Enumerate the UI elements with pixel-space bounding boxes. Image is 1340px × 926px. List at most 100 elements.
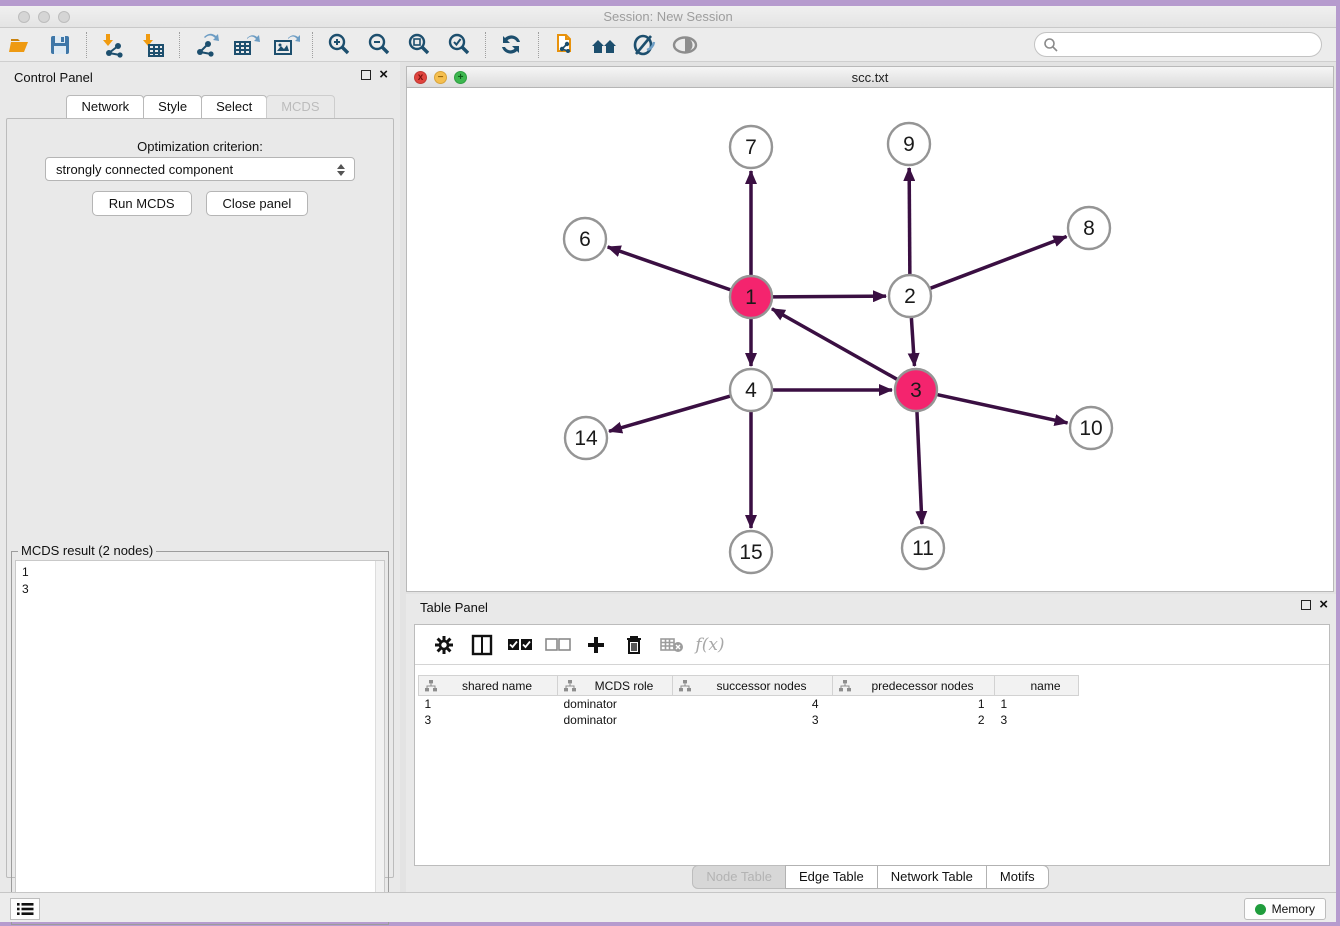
delete-table-icon[interactable] bbox=[658, 631, 686, 659]
graph-node-label-14: 14 bbox=[574, 427, 598, 450]
table-tabs: Node TableEdge TableNetwork TableMotifs bbox=[406, 864, 1336, 890]
import-table-icon[interactable] bbox=[138, 31, 168, 59]
memory-button[interactable]: Memory bbox=[1244, 898, 1326, 920]
open-cybrowser-icon[interactable] bbox=[590, 31, 620, 59]
close-panel-button[interactable]: Close panel bbox=[206, 191, 309, 216]
edge-3-11[interactable] bbox=[917, 412, 922, 524]
table-row[interactable]: 1dominator411 bbox=[419, 696, 1079, 712]
run-mcds-button[interactable]: Run MCDS bbox=[92, 191, 192, 216]
table-cell[interactable]: 4 bbox=[673, 696, 833, 712]
optimization-criterion-select[interactable]: strongly connected component bbox=[45, 157, 355, 181]
table-cell[interactable]: dominator bbox=[558, 696, 673, 712]
column-type-icon bbox=[564, 680, 576, 695]
select-all-checks-icon[interactable] bbox=[506, 631, 534, 659]
column-type-icon bbox=[425, 680, 437, 695]
edge-3-10[interactable] bbox=[937, 395, 1067, 423]
table-cell[interactable]: 1 bbox=[419, 696, 558, 712]
toolbar-separator bbox=[485, 32, 486, 58]
zoom-fit-content-icon[interactable] bbox=[404, 31, 434, 59]
edge-2-3[interactable] bbox=[911, 318, 914, 366]
close-panel-icon[interactable]: × bbox=[379, 70, 388, 80]
import-network-icon[interactable] bbox=[98, 31, 128, 59]
table-tab-motifs[interactable]: Motifs bbox=[986, 865, 1049, 889]
table-panel-title: Table Panel bbox=[420, 600, 488, 615]
edge-1-2[interactable] bbox=[773, 296, 886, 297]
memory-status-icon bbox=[1255, 904, 1266, 915]
dropdown-selected-value: strongly connected component bbox=[56, 162, 233, 177]
memory-label: Memory bbox=[1272, 902, 1315, 916]
column-header-MCDS-role[interactable]: MCDS role bbox=[558, 676, 673, 696]
control-tab-style[interactable]: Style bbox=[143, 95, 202, 118]
edge-1-6[interactable] bbox=[608, 247, 731, 290]
control-tab-mcds[interactable]: MCDS bbox=[266, 95, 334, 118]
control-tab-network[interactable]: Network bbox=[66, 95, 144, 118]
graph-node-label-3: 3 bbox=[910, 379, 922, 402]
result-scrollbar[interactable] bbox=[375, 561, 384, 920]
control-tab-select[interactable]: Select bbox=[201, 95, 267, 118]
graph-node-label-6: 6 bbox=[579, 228, 591, 251]
edge-3-1[interactable] bbox=[772, 309, 897, 379]
node-table[interactable]: shared nameMCDS rolesuccessor nodesprede… bbox=[418, 675, 1079, 728]
optimization-criterion-label: Optimization criterion: bbox=[7, 139, 393, 154]
graph-node-label-10: 10 bbox=[1079, 417, 1102, 440]
column-header-name[interactable]: name bbox=[995, 676, 1079, 696]
graph-node-label-15: 15 bbox=[739, 541, 762, 564]
add-row-icon[interactable] bbox=[582, 631, 610, 659]
control-panel: Control Panel × NetworkStyleSelectMCDS O… bbox=[0, 62, 400, 892]
network-view-frame: x − + scc.txt 7968124314101511 bbox=[406, 66, 1334, 592]
zoom-in-icon[interactable] bbox=[324, 31, 354, 59]
export-image-icon[interactable] bbox=[271, 31, 301, 59]
table-cell[interactable]: 2 bbox=[833, 712, 995, 728]
export-network-icon[interactable] bbox=[191, 31, 221, 59]
table-row[interactable]: 3dominator323 bbox=[419, 712, 1079, 728]
column-header-successor-nodes[interactable]: successor nodes bbox=[673, 676, 833, 696]
apply-preferred-layout-icon[interactable] bbox=[497, 31, 527, 59]
table-cell[interactable]: 3 bbox=[995, 712, 1079, 728]
table-cell[interactable]: 3 bbox=[419, 712, 558, 728]
column-header-shared-name[interactable]: shared name bbox=[419, 676, 558, 696]
float-panel-icon[interactable] bbox=[1301, 600, 1311, 610]
open-session-icon[interactable] bbox=[5, 31, 35, 59]
graph-node-label-2: 2 bbox=[904, 285, 916, 308]
split-panel-icon[interactable] bbox=[468, 631, 496, 659]
clear-all-checks-icon[interactable] bbox=[544, 631, 572, 659]
workspace: Control Panel × NetworkStyleSelectMCDS O… bbox=[0, 62, 1336, 892]
column-type-icon bbox=[839, 680, 851, 695]
close-panel-icon[interactable]: × bbox=[1319, 600, 1328, 610]
column-header-predecessor-nodes[interactable]: predecessor nodes bbox=[833, 676, 995, 696]
save-session-icon[interactable] bbox=[45, 31, 75, 59]
table-cell[interactable]: 1 bbox=[833, 696, 995, 712]
graph-node-label-7: 7 bbox=[745, 136, 757, 159]
main-toolbar bbox=[0, 28, 1336, 62]
table-cell[interactable]: 3 bbox=[673, 712, 833, 728]
network-frame-titlebar[interactable]: x − + scc.txt bbox=[407, 67, 1333, 88]
table-cell[interactable]: dominator bbox=[558, 712, 673, 728]
edge-4-14[interactable] bbox=[609, 396, 730, 431]
apply-style-icon[interactable] bbox=[630, 31, 660, 59]
function-builder-icon[interactable]: f(x) bbox=[696, 631, 724, 659]
search-input[interactable] bbox=[1034, 32, 1322, 57]
export-table-icon[interactable] bbox=[231, 31, 261, 59]
table-tab-network-table[interactable]: Network Table bbox=[877, 865, 987, 889]
table-panel: Table Panel × bbox=[406, 594, 1336, 892]
zoom-selected-icon[interactable] bbox=[444, 31, 474, 59]
control-panel-title: Control Panel bbox=[14, 70, 93, 85]
chevron-up-down-icon bbox=[334, 161, 348, 178]
toolbar-separator bbox=[538, 32, 539, 58]
delete-rows-icon[interactable] bbox=[620, 631, 648, 659]
mcds-result-list[interactable]: 1 3 bbox=[15, 560, 385, 921]
graph-node-label-4: 4 bbox=[745, 379, 757, 402]
table-tab-edge-table[interactable]: Edge Table bbox=[785, 865, 878, 889]
table-toolbar: f(x) bbox=[415, 625, 1329, 665]
task-history-button[interactable] bbox=[10, 898, 40, 920]
settings-icon[interactable] bbox=[430, 631, 458, 659]
edge-2-9[interactable] bbox=[909, 168, 910, 274]
table-tab-node-table[interactable]: Node Table bbox=[692, 865, 786, 889]
zoom-out-icon[interactable] bbox=[364, 31, 394, 59]
clone-network-icon[interactable] bbox=[550, 31, 580, 59]
show-hide-graphics-icon[interactable] bbox=[670, 31, 700, 59]
edge-2-8[interactable] bbox=[931, 237, 1067, 289]
float-panel-icon[interactable] bbox=[361, 70, 371, 80]
table-cell[interactable]: 1 bbox=[995, 696, 1079, 712]
network-canvas[interactable]: 7968124314101511 bbox=[407, 88, 1333, 591]
